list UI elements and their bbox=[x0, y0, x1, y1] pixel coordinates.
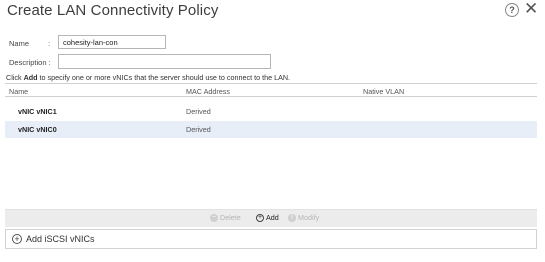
table-row[interactable]: vNIC vNIC1 Derived bbox=[5, 103, 537, 120]
modify-button[interactable]: i Modify bbox=[288, 213, 319, 222]
vnic-name-cell: vNIC vNIC1 bbox=[18, 107, 57, 116]
add-button[interactable]: + Add bbox=[256, 213, 279, 222]
vnic-name-cell: vNIC vNIC0 bbox=[18, 125, 57, 134]
description-input[interactable] bbox=[58, 54, 271, 69]
add-iscsi-vnics-section[interactable]: + Add iSCSI vNICs bbox=[5, 229, 537, 249]
name-colon: : bbox=[48, 39, 51, 48]
add-iscsi-vnics-label: Add iSCSI vNICs bbox=[26, 234, 95, 244]
minus-icon: − bbox=[210, 213, 218, 222]
delete-button[interactable]: − Delete bbox=[210, 213, 241, 222]
name-label: Name bbox=[9, 39, 30, 48]
add-hint: Click Add to specify one or more vNICs t… bbox=[6, 73, 291, 82]
column-header-native-vlan[interactable]: Native VLAN bbox=[363, 87, 404, 96]
close-icon[interactable]: ✕ bbox=[524, 0, 538, 18]
description-label: Description : bbox=[9, 58, 51, 67]
column-header-mac-address[interactable]: MAC Address bbox=[186, 87, 230, 96]
table-empty-area bbox=[5, 135, 537, 210]
help-icon[interactable]: ? bbox=[505, 3, 519, 17]
vnic-toolbar: − Delete + Add i Modify bbox=[5, 210, 537, 227]
info-icon: i bbox=[288, 213, 296, 222]
mac-address-cell: Derived bbox=[186, 125, 211, 134]
expand-plus-icon[interactable]: + bbox=[12, 234, 22, 244]
mac-address-cell: Derived bbox=[186, 107, 211, 116]
vnic-table-header: Name MAC Address Native VLAN bbox=[5, 83, 537, 97]
dialog-title: Create LAN Connectivity Policy bbox=[7, 2, 219, 19]
plus-icon: + bbox=[256, 213, 264, 222]
name-input[interactable] bbox=[58, 35, 166, 49]
hint-add-keyword: Add bbox=[23, 73, 38, 82]
column-header-name[interactable]: Name bbox=[9, 87, 28, 96]
